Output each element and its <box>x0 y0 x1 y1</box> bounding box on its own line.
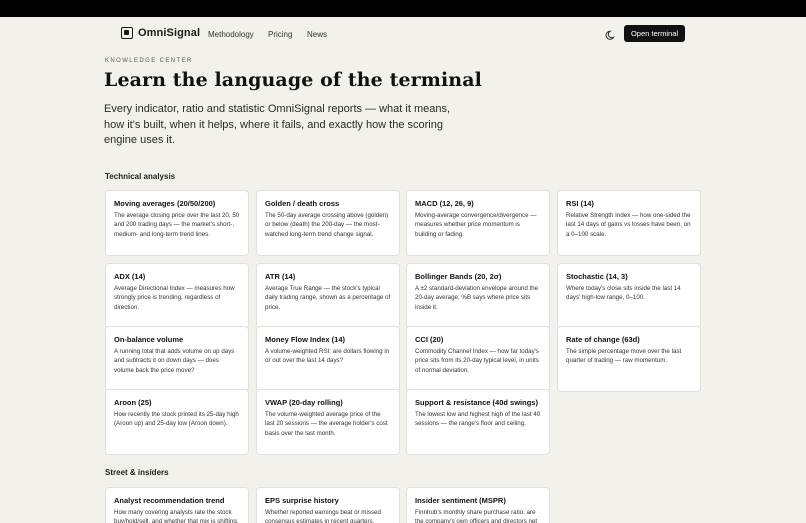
card-desc: The average closing price over the last … <box>114 212 240 238</box>
card-title: Rate of change (63d) <box>566 335 640 344</box>
card-title: Insider sentiment (MSPR) <box>415 496 506 505</box>
card-desc: Moving-average convergence/divergence — … <box>415 212 537 238</box>
card-title: VWAP (20-day rolling) <box>265 398 343 407</box>
card-desc: The 50-day average crossing above (golde… <box>265 212 389 238</box>
card-desc: Relative Strength Index — how one-sided … <box>566 212 691 238</box>
section-title-technical: Technical analysis <box>105 172 176 181</box>
moon-icon[interactable] <box>605 28 617 40</box>
page-lede: Every indicator, ratio and statistic Omn… <box>104 103 451 147</box>
nav-link-pricing[interactable]: Pricing <box>268 30 292 39</box>
card-desc: Commodity Channel Index — how far today'… <box>415 348 539 374</box>
card-desc: Finnhub's monthly share purchase ratio: … <box>415 509 538 523</box>
card-title: CCI (20) <box>415 335 444 344</box>
site-header: OmniSignal Methodology Pricing News Open… <box>0 17 806 51</box>
card-on-balance-volume[interactable]: On-balance volume A running total that a… <box>105 326 249 392</box>
section-title-street-insiders: Street & insiders <box>105 468 169 477</box>
card-desc: How recently the stock printed its 25-da… <box>114 411 239 428</box>
card-rsi[interactable]: RSI (14) Relative Strength Index — how o… <box>557 190 701 256</box>
card-bollinger-bands[interactable]: Bollinger Bands (20, 2σ) A ±2 standard-d… <box>406 263 550 329</box>
card-desc: Average Directional Index — measures how… <box>114 285 235 311</box>
card-title: Analyst recommendation trend <box>114 496 225 505</box>
nav-link-news[interactable]: News <box>307 30 327 39</box>
card-analyst-recommendation[interactable]: Analyst recommendation trend How many co… <box>105 487 249 523</box>
card-title: Support & resistance (40d swings) <box>415 398 538 407</box>
card-title: ATR (14) <box>265 272 296 281</box>
card-desc: Whether reported earnings beat or missed… <box>265 509 381 523</box>
card-moving-averages[interactable]: Moving averages (20/50/200) The average … <box>105 190 249 256</box>
open-terminal-button[interactable]: Open terminal <box>624 25 685 42</box>
card-desc: The volume-weighted average price of the… <box>265 411 388 437</box>
top-black-bar <box>0 0 806 17</box>
card-insider-sentiment[interactable]: Insider sentiment (MSPR) Finnhub's month… <box>406 487 550 523</box>
card-title: MACD (12, 26, 9) <box>415 199 474 208</box>
card-desc: Where today's close sits inside the last… <box>566 285 681 302</box>
card-title: Aroon (25) <box>114 398 152 407</box>
card-title: ADX (14) <box>114 272 146 281</box>
brand-name: OmniSignal <box>138 27 201 39</box>
card-desc: Average True Range — the stock's typical… <box>265 285 391 311</box>
nav-link-methodology[interactable]: Methodology <box>208 30 254 39</box>
page-title: Learn the language of the terminal <box>104 69 482 91</box>
card-desc: A ±2 standard-deviation envelope around … <box>415 285 539 311</box>
card-desc: A volume-weighted RSI: are dollars flowi… <box>265 348 390 365</box>
card-title: Bollinger Bands (20, 2σ) <box>415 272 502 281</box>
brand-logo[interactable]: OmniSignal <box>121 27 200 39</box>
card-title: Money Flow Index (14) <box>265 335 346 344</box>
card-desc: A running total that adds volume on up d… <box>114 348 235 374</box>
logo-mark-icon <box>121 27 133 39</box>
card-title: EPS surprise history <box>265 496 339 505</box>
card-money-flow-index[interactable]: Money Flow Index (14) A volume-weighted … <box>256 326 400 392</box>
card-adx[interactable]: ADX (14) Average Directional Index — mea… <box>105 263 249 329</box>
card-title: Golden / death cross <box>265 199 340 208</box>
card-title: On-balance volume <box>114 335 184 344</box>
card-title: RSI (14) <box>566 199 594 208</box>
card-macd[interactable]: MACD (12, 26, 9) Moving-average converge… <box>406 190 550 256</box>
card-title: Moving averages (20/50/200) <box>114 199 216 208</box>
card-aroon[interactable]: Aroon (25) How recently the stock printe… <box>105 389 249 455</box>
card-cci[interactable]: CCI (20) Commodity Channel Index — how f… <box>406 326 550 392</box>
card-atr[interactable]: ATR (14) Average True Range — the stock'… <box>256 263 400 329</box>
card-desc: The lowest low and highest high of the l… <box>415 411 541 428</box>
card-rate-of-change[interactable]: Rate of change (63d) The simple percenta… <box>557 326 701 392</box>
eyebrow-label: KNOWLEDGE CENTER <box>105 58 193 64</box>
card-desc: How many covering analysts rate the stoc… <box>114 509 239 523</box>
card-title: Stochastic (14, 3) <box>566 272 628 281</box>
card-vwap[interactable]: VWAP (20-day rolling) The volume-weighte… <box>256 389 400 455</box>
card-eps-surprise[interactable]: EPS surprise history Whether reported ea… <box>256 487 400 523</box>
card-desc: The simple percentage move over the last… <box>566 348 682 365</box>
card-stochastic[interactable]: Stochastic (14, 3) Where today's close s… <box>557 263 701 329</box>
card-golden-death-cross[interactable]: Golden / death cross The 50-day average … <box>256 190 400 256</box>
card-support-resistance[interactable]: Support & resistance (40d swings) The lo… <box>406 389 550 455</box>
